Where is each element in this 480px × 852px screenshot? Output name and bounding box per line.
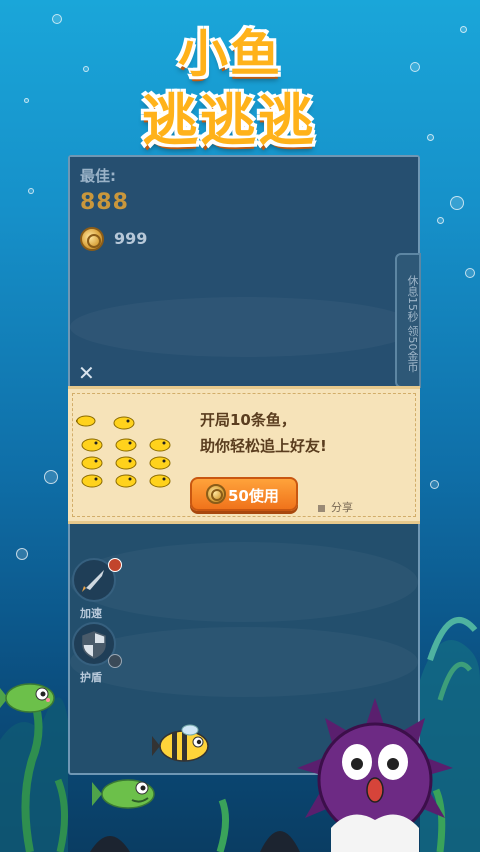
shield-button[interactable] [72,622,122,668]
title-line-2: 逃逃逃 [142,89,316,154]
bubble [450,196,464,210]
bubble [460,26,467,33]
speed-boost-label: 加速 [80,607,102,620]
start-fish-offer-banner: 开局10条鱼， 助你轻松追上好友! 50使用 分享 [68,386,420,524]
player-fish-icon [152,724,209,762]
bubble [24,98,29,103]
bubble [465,268,475,278]
speed-boost-button[interactable] [72,558,122,602]
game-title: 小鱼 逃逃逃 [130,8,350,158]
bubble [52,14,62,24]
bubble [427,134,434,141]
notification-badge [108,558,122,572]
fish-school-icon [76,415,171,488]
best-score-value: 888 [80,190,129,215]
coin-icon [80,227,104,251]
offer-text-line-1: 开局10条鱼， [200,411,296,429]
green-fish-icon [0,683,55,713]
bubble [16,548,28,560]
wave-decoration [70,542,418,622]
shield-label: 护盾 [80,671,102,684]
offer-text-line-2: 助你轻松追上好友! [200,437,327,455]
best-score-label: 最佳: [80,167,116,185]
score-area: 最佳: 888 999 ✕ [70,157,418,389]
rest-reward-tab[interactable]: 休息15秒 领50金币 [395,253,421,388]
coin-count: 999 [114,229,148,248]
share-label: 分享 [331,501,353,514]
wave-decoration [70,627,418,697]
use-button-label: 50使用 [228,487,279,505]
share-button[interactable]: 分享 [318,499,353,515]
bubble [44,470,58,484]
bubble [28,188,34,194]
close-icon[interactable]: ✕ [78,361,95,385]
wave-decoration [70,297,418,357]
puffer-fish-icon [297,698,453,852]
bubble [437,217,444,224]
bubble [83,66,89,72]
coin-icon [206,484,226,504]
bubble [430,480,439,489]
bubble [410,62,420,72]
checkbox-icon [318,504,325,512]
green-fish-icon [92,779,155,809]
use-50-coins-button[interactable]: 50使用 [190,477,298,511]
play-video-icon [108,654,122,668]
